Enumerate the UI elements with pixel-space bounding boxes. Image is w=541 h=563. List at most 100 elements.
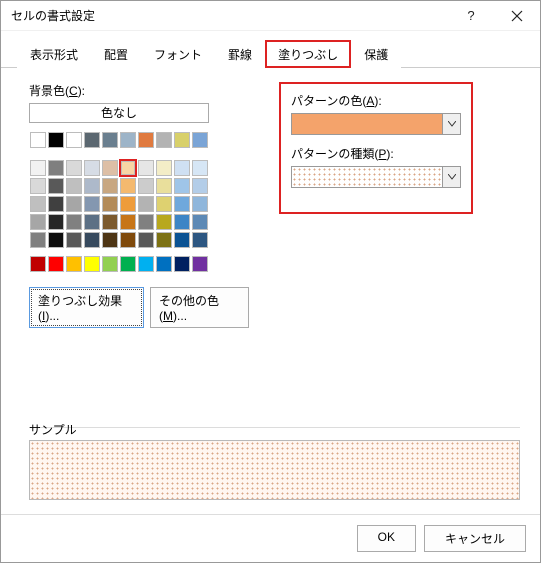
close-button[interactable] [494, 1, 540, 31]
color-swatch[interactable] [119, 195, 137, 213]
color-swatch[interactable] [83, 231, 101, 249]
no-color-button[interactable]: 色なし [29, 103, 209, 123]
dialog-footer: OK キャンセル [1, 514, 540, 562]
tab-fill[interactable]: 塗りつぶし [265, 40, 351, 68]
tab-protection[interactable]: 保護 [351, 40, 401, 68]
color-swatch[interactable] [191, 131, 209, 149]
palette-tints [29, 159, 209, 249]
color-swatch[interactable] [155, 177, 173, 195]
fill-effects-button[interactable]: 塗りつぶし効果(I)... [29, 287, 144, 328]
color-swatch[interactable] [47, 177, 65, 195]
palette-standard [29, 255, 209, 273]
color-swatch[interactable] [137, 255, 155, 273]
titlebar: セルの書式設定 ? [1, 1, 540, 31]
tab-alignment[interactable]: 配置 [91, 40, 141, 68]
color-swatch[interactable] [101, 213, 119, 231]
color-swatch[interactable] [155, 195, 173, 213]
color-swatch[interactable] [137, 195, 155, 213]
color-swatch[interactable] [191, 213, 209, 231]
color-swatch[interactable] [83, 195, 101, 213]
pattern-style-value [291, 166, 443, 188]
color-swatch[interactable] [83, 255, 101, 273]
color-swatch[interactable] [101, 159, 119, 177]
color-swatch[interactable] [101, 195, 119, 213]
close-icon [511, 10, 523, 22]
color-swatch[interactable] [173, 231, 191, 249]
color-swatch[interactable] [29, 255, 47, 273]
color-swatch[interactable] [47, 159, 65, 177]
color-swatch[interactable] [155, 159, 173, 177]
color-swatch[interactable] [155, 255, 173, 273]
color-swatch[interactable] [191, 159, 209, 177]
color-swatch[interactable] [83, 213, 101, 231]
color-swatch[interactable] [119, 213, 137, 231]
tab-border[interactable]: 罫線 [215, 40, 265, 68]
color-swatch[interactable] [83, 177, 101, 195]
color-swatch[interactable] [29, 231, 47, 249]
more-colors-button[interactable]: その他の色(M)... [150, 287, 249, 328]
pattern-section: パターンの色(A): パターンの種類(P): [279, 82, 473, 214]
color-swatch[interactable] [65, 159, 83, 177]
color-swatch[interactable] [101, 231, 119, 249]
color-swatch[interactable] [191, 255, 209, 273]
color-swatch[interactable] [101, 177, 119, 195]
color-swatch[interactable] [119, 131, 137, 149]
color-swatch[interactable] [155, 213, 173, 231]
cancel-button[interactable]: キャンセル [424, 525, 526, 552]
tab-number[interactable]: 表示形式 [17, 40, 91, 68]
color-swatch[interactable] [191, 195, 209, 213]
color-swatch[interactable] [65, 131, 83, 149]
color-swatch[interactable] [137, 131, 155, 149]
color-swatch[interactable] [173, 255, 191, 273]
tab-fill-panel: 背景色(C): 色なし 塗りつぶし効果(I)... その他の色(M)... パタ… [1, 68, 540, 514]
left-column: 背景色(C): 色なし 塗りつぶし効果(I)... その他の色(M)... [29, 82, 249, 328]
color-swatch[interactable] [101, 255, 119, 273]
color-swatch[interactable] [173, 159, 191, 177]
pattern-color-dropdown[interactable] [291, 113, 461, 135]
color-swatch[interactable] [137, 177, 155, 195]
color-swatch[interactable] [101, 131, 119, 149]
color-swatch[interactable] [29, 195, 47, 213]
sample-preview [29, 440, 520, 500]
color-swatch[interactable] [119, 231, 137, 249]
color-swatch[interactable] [119, 255, 137, 273]
color-swatch[interactable] [65, 213, 83, 231]
color-swatch[interactable] [137, 159, 155, 177]
color-swatch[interactable] [137, 231, 155, 249]
dialog-title: セルの書式設定 [1, 7, 95, 24]
color-swatch[interactable] [29, 159, 47, 177]
pattern-style-dropdown[interactable] [291, 166, 461, 188]
color-swatch[interactable] [65, 231, 83, 249]
chevron-down-icon[interactable] [443, 166, 461, 188]
color-swatch[interactable] [155, 231, 173, 249]
color-swatch[interactable] [47, 195, 65, 213]
color-swatch[interactable] [47, 131, 65, 149]
color-swatch[interactable] [191, 231, 209, 249]
color-swatch[interactable] [119, 177, 137, 195]
color-swatch[interactable] [119, 159, 137, 177]
color-swatch[interactable] [65, 177, 83, 195]
color-swatch[interactable] [29, 131, 47, 149]
tab-font[interactable]: フォント [141, 40, 215, 68]
fill-button-row: 塗りつぶし効果(I)... その他の色(M)... [29, 287, 249, 328]
color-swatch[interactable] [65, 195, 83, 213]
color-swatch[interactable] [65, 255, 83, 273]
color-swatch[interactable] [29, 213, 47, 231]
ok-button[interactable]: OK [357, 525, 416, 552]
color-swatch[interactable] [83, 159, 101, 177]
color-swatch[interactable] [173, 213, 191, 231]
color-swatch[interactable] [29, 177, 47, 195]
tab-bar: 表示形式 配置 フォント 罫線 塗りつぶし 保護 [1, 31, 540, 68]
color-swatch[interactable] [191, 177, 209, 195]
color-swatch[interactable] [155, 131, 173, 149]
color-swatch[interactable] [47, 213, 65, 231]
help-button[interactable]: ? [448, 1, 494, 31]
chevron-down-icon[interactable] [443, 113, 461, 135]
color-swatch[interactable] [83, 131, 101, 149]
color-swatch[interactable] [173, 131, 191, 149]
color-swatch[interactable] [173, 195, 191, 213]
color-swatch[interactable] [47, 255, 65, 273]
color-swatch[interactable] [173, 177, 191, 195]
color-swatch[interactable] [137, 213, 155, 231]
color-swatch[interactable] [47, 231, 65, 249]
